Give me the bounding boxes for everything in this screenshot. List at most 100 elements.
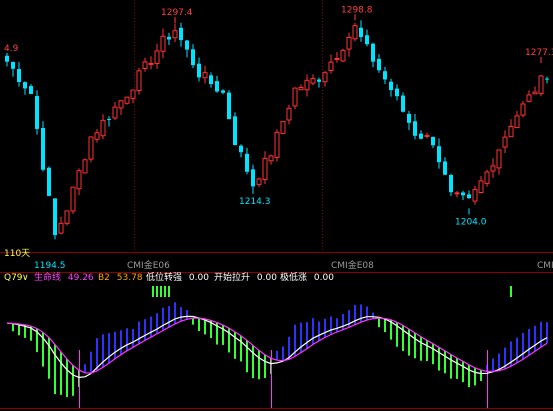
candle-body xyxy=(377,58,381,71)
x-axis-label: CMI金E08 xyxy=(331,259,374,271)
chart-grid xyxy=(0,0,553,409)
indicator-item-2-label: B2 xyxy=(98,273,110,283)
candle-body xyxy=(221,90,225,93)
indicator-line-white xyxy=(6,315,548,379)
x-axis-label: CMI金E06 xyxy=(127,259,170,271)
candle xyxy=(508,119,514,138)
candle xyxy=(514,111,520,129)
candle-body xyxy=(478,180,484,193)
candle-body xyxy=(328,61,334,71)
candle xyxy=(413,113,417,140)
candle xyxy=(191,44,195,69)
candle-body xyxy=(130,89,136,99)
candle xyxy=(419,130,423,140)
candle xyxy=(346,32,352,57)
candle xyxy=(298,84,304,91)
candle xyxy=(383,66,387,84)
candle xyxy=(29,83,33,95)
candle xyxy=(437,138,441,169)
candle xyxy=(118,100,124,115)
candle-body xyxy=(227,92,231,120)
candle xyxy=(221,89,225,95)
indicator-dropdown-icon[interactable]: ∨ xyxy=(22,273,29,283)
indicator-item-5-value: 0.00 xyxy=(314,273,334,283)
candle xyxy=(160,28,166,59)
candle-body xyxy=(148,62,154,65)
candle xyxy=(454,190,460,198)
candle-body xyxy=(233,116,237,146)
candle xyxy=(41,121,45,172)
candle xyxy=(148,56,154,70)
price-annotation: 1277.3 xyxy=(525,48,553,58)
candle-body xyxy=(47,167,51,196)
candle-body xyxy=(179,27,183,41)
candle xyxy=(136,67,142,95)
candle-body xyxy=(118,100,124,109)
candle xyxy=(377,54,381,73)
candle xyxy=(172,23,178,43)
candle-body xyxy=(520,103,526,116)
candle-body xyxy=(268,155,274,162)
candle xyxy=(304,74,310,97)
candle-body xyxy=(352,25,358,40)
period-label: 110天 xyxy=(4,249,30,259)
candle-body xyxy=(334,58,340,61)
candle xyxy=(268,154,274,165)
candle-body xyxy=(124,96,130,104)
candle xyxy=(365,29,369,47)
candle xyxy=(202,65,208,84)
candle-body xyxy=(53,198,57,236)
candle xyxy=(167,32,171,46)
candle xyxy=(23,81,27,95)
candle xyxy=(467,190,471,199)
candle-body xyxy=(431,136,435,146)
candle-body xyxy=(64,210,70,224)
indicator-item-4-value: 0.00 xyxy=(257,273,277,283)
price-annotation: 1204.0 xyxy=(455,217,487,227)
candle-body xyxy=(142,61,148,69)
candle-body xyxy=(443,161,447,175)
candle xyxy=(532,86,538,95)
candle xyxy=(11,61,15,77)
candle xyxy=(443,157,447,176)
candle xyxy=(359,20,363,42)
indicator-line-magenta xyxy=(6,317,548,374)
candle xyxy=(209,72,213,88)
signal-marker xyxy=(152,286,154,297)
candle-body xyxy=(58,222,64,234)
last-close-label: 1194.5 xyxy=(34,261,66,271)
candle-body xyxy=(467,194,471,199)
candle xyxy=(407,110,411,131)
indicator-item-5: 极低涨 0.00 xyxy=(280,271,334,283)
candle xyxy=(245,147,249,175)
indicator-item-3-value: 0.00 xyxy=(189,273,209,283)
candle xyxy=(94,129,100,143)
signal-marker xyxy=(160,286,162,297)
price-annotation: 1298.8 xyxy=(341,5,373,15)
candle-body xyxy=(245,153,249,172)
candle xyxy=(292,87,298,110)
candle xyxy=(82,158,88,174)
candle-body xyxy=(461,192,465,196)
candle-body xyxy=(160,35,166,52)
candle-body xyxy=(185,40,189,50)
indicator-item-2: B2 53.78 xyxy=(98,273,143,283)
candle-body xyxy=(508,125,514,138)
candle-body xyxy=(88,136,94,160)
candle xyxy=(395,84,399,101)
candle-body xyxy=(526,94,532,102)
candle-body xyxy=(70,186,76,212)
candle-body xyxy=(191,49,195,66)
indicator-item-4: 开始拉升 0.00 xyxy=(214,271,277,283)
candle-body xyxy=(401,95,405,112)
candle xyxy=(490,158,496,178)
indicator-histogram xyxy=(12,302,548,398)
indicator-name[interactable]: Q79 xyxy=(4,273,23,283)
candle xyxy=(449,173,453,197)
candle-body xyxy=(82,159,88,174)
candle xyxy=(274,129,280,162)
indicator-item-2-value: 53.78 xyxy=(117,273,143,283)
candle-body xyxy=(286,107,292,121)
candle-body xyxy=(346,36,352,50)
x-axis-labels: CMI金E06 CMI金E08 CMI xyxy=(127,259,553,271)
